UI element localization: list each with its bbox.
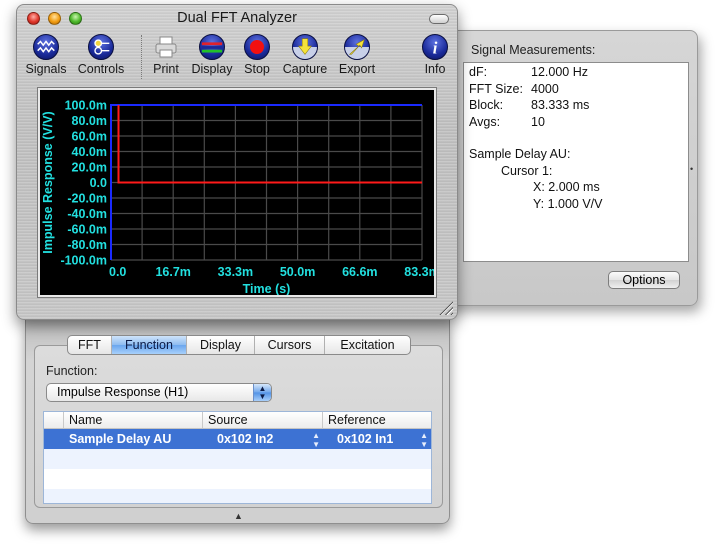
y-tick-label: 80.0m <box>72 114 107 128</box>
y-tick-label: -20.0m <box>67 192 107 206</box>
tab-bar: FFT Function Display Cursors Excitation <box>67 335 411 355</box>
y-tick-label: 100.0m <box>65 99 107 113</box>
export-icon <box>344 34 370 60</box>
measurement-row: Avgs: 10 <box>469 114 545 129</box>
stop-icon <box>244 34 270 60</box>
cell-source[interactable]: 0x102 In2 ▲ ▼ <box>203 429 323 449</box>
controls-button[interactable]: Controls <box>73 34 129 76</box>
y-tick-label: 0.0 <box>90 176 107 190</box>
info-icon: i <box>422 34 448 60</box>
function-label: Function: <box>46 364 98 378</box>
column-header-name[interactable]: Name <box>64 412 203 428</box>
x-tick-label: 16.7m <box>155 265 190 279</box>
drawer-resize-handle[interactable]: • <box>690 165 695 174</box>
x-tick-label: 83.3m <box>404 265 434 279</box>
toolbar-toggle-button[interactable] <box>429 14 449 24</box>
display-icon <box>199 34 225 60</box>
capture-icon <box>292 34 318 60</box>
capture-button[interactable]: Capture <box>277 34 333 76</box>
controls-icon <box>88 34 114 60</box>
cursor-x-value: X: 2.000 ms <box>533 180 600 194</box>
y-tick-label: 20.0m <box>72 161 107 175</box>
x-tick-label: 33.3m <box>218 265 253 279</box>
tab-excitation[interactable]: Excitation <box>325 336 410 354</box>
table-row-empty <box>44 449 431 469</box>
main-window: Dual FFT Analyzer Signals Controls Print… <box>16 4 458 320</box>
stepper-arrows-icon: ▲ ▼ <box>420 431 428 449</box>
cell-reference[interactable]: 0x102 In1 ▲ ▼ <box>323 429 431 449</box>
x-tick-label: 50.0m <box>280 265 315 279</box>
x-tick-label: 66.6m <box>342 265 377 279</box>
printer-icon <box>153 34 179 60</box>
measurements-title: Signal Measurements: <box>471 43 596 57</box>
tab-display[interactable]: Display <box>187 336 255 354</box>
cursor-label: Cursor 1: <box>501 163 553 178</box>
table-header-blank <box>44 412 64 428</box>
impulse-response-chart[interactable]: 100.0m80.0m60.0m40.0m20.0m0.0-20.0m-40.0… <box>40 90 434 296</box>
y-tick-label: -40.0m <box>67 207 107 221</box>
signals-table: Name Source Reference Sample Delay AU 0x… <box>43 411 432 504</box>
drawer-handle-icon[interactable]: ▲ <box>234 511 243 521</box>
cursor-y-value: Y: 1.000 V/V <box>533 196 603 211</box>
window-title: Dual FFT Analyzer <box>177 10 297 26</box>
select-arrows-icon: ▲ ▼ <box>253 384 271 401</box>
function-select[interactable]: Impulse Response (H1) ▲ ▼ <box>46 383 272 402</box>
device-label: Sample Delay AU: <box>469 147 571 161</box>
x-tick-label: 0.0 <box>109 265 126 279</box>
cell-name: Sample Delay AU <box>69 432 172 446</box>
function-select-value: Impulse Response (H1) <box>57 385 189 399</box>
stepper-arrows-icon: ▲ ▼ <box>312 431 320 449</box>
table-row-empty <box>44 469 431 489</box>
y-tick-label: 60.0m <box>72 130 107 144</box>
tab-fft[interactable]: FFT <box>68 336 112 354</box>
signals-icon <box>33 34 59 60</box>
y-tick-label: -80.0m <box>67 238 107 252</box>
measurements-drawer: Signal Measurements: dF: 12.000 Hz FFT Si… <box>446 30 698 306</box>
y-tick-label: -100.0m <box>60 254 107 268</box>
table-header: Name Source Reference <box>44 412 431 429</box>
function-drawer: FFT Function Display Cursors Excitation … <box>25 320 450 524</box>
measurements-box: dF: 12.000 Hz FFT Size: 4000 Block: 83.333 … <box>463 62 689 262</box>
measurement-row: Block: 83.333 ms <box>469 98 590 112</box>
resize-grip-icon[interactable] <box>439 301 453 315</box>
info-button[interactable]: i Info <box>407 34 463 76</box>
svg-text:i: i <box>433 38 438 57</box>
y-axis-label: Impulse Response (V/V) <box>41 111 55 253</box>
export-button[interactable]: Export <box>329 34 385 76</box>
column-header-reference[interactable]: Reference <box>323 412 431 428</box>
series-line-impulse-response <box>117 105 422 184</box>
y-tick-label: 40.0m <box>72 145 107 159</box>
tab-function[interactable]: Function <box>112 336 187 354</box>
measurement-row: dF: 12.000 Hz <box>469 65 588 79</box>
y-tick-label: -60.0m <box>67 223 107 237</box>
tab-cursors[interactable]: Cursors <box>255 336 325 354</box>
column-header-source[interactable]: Source <box>203 412 323 428</box>
table-row[interactable]: Sample Delay AU 0x102 In2 ▲ ▼ 0x102 In1 ▲ ▼ <box>44 429 431 449</box>
options-button[interactable]: Options <box>608 271 680 289</box>
plot-area[interactable]: 100.0m 80.0m 60.0m 40.0m 20.0m 0.0 -20.0m -40.0… <box>37 87 437 298</box>
x-axis-label: Time (s) <box>243 282 291 295</box>
signals-button[interactable]: Signals <box>18 34 74 76</box>
table-row-empty <box>44 489 431 503</box>
measurement-row: FFT Size: 4000 <box>469 81 559 96</box>
